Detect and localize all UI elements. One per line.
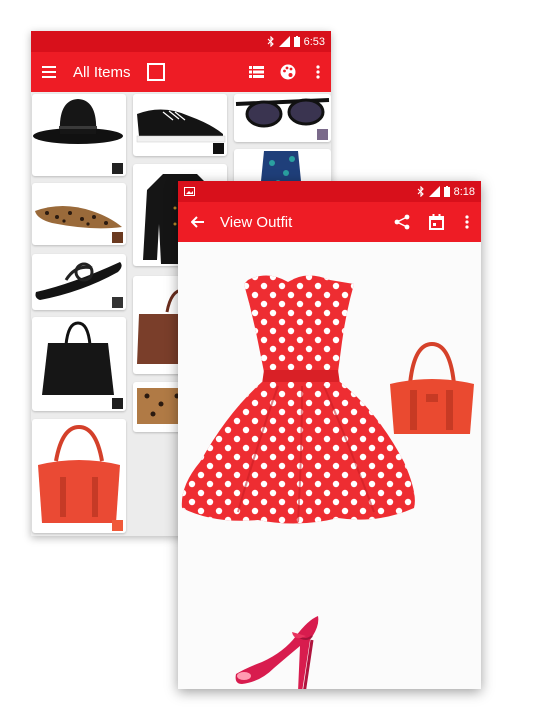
battery-icon	[443, 186, 450, 197]
palette-icon[interactable]	[271, 52, 305, 92]
select-all-checkbox[interactable]	[146, 52, 165, 92]
item-card-sneakers[interactable]	[133, 94, 227, 156]
orange-bag-image	[38, 424, 120, 523]
page-title: View Outfit	[220, 213, 293, 231]
pink-heels[interactable]	[232, 612, 322, 689]
status-bar: 8:18	[178, 181, 481, 202]
color-swatch	[112, 398, 123, 409]
bluetooth-icon	[267, 36, 275, 47]
status-time: 6:53	[303, 35, 325, 48]
item-card-flats[interactable]	[32, 183, 126, 245]
tote-bag-image	[42, 321, 114, 395]
list-view-icon[interactable]	[241, 52, 271, 92]
arrow-back-icon[interactable]	[178, 202, 218, 242]
item-card-sunglasses[interactable]	[234, 94, 331, 142]
status-time: 8:18	[453, 185, 475, 198]
bluetooth-icon	[417, 186, 425, 197]
battery-icon	[293, 36, 300, 47]
more-vert-icon[interactable]	[453, 202, 481, 242]
toolbar: All Items	[31, 52, 331, 92]
item-card-sandals[interactable]	[32, 254, 126, 310]
status-bar: 6:53	[31, 31, 331, 52]
toolbar: View Outfit	[178, 202, 481, 242]
signal-icon	[428, 186, 440, 197]
color-swatch	[112, 232, 123, 243]
share-icon[interactable]	[385, 202, 419, 242]
signal-icon	[278, 36, 290, 47]
color-swatch	[317, 129, 328, 140]
image-notification-icon	[184, 187, 195, 196]
outfit-canvas	[178, 242, 481, 689]
orange-handbag[interactable]	[386, 340, 478, 436]
view-outfit-screen: 8:18 View Outfit	[178, 181, 481, 689]
color-swatch	[112, 520, 123, 531]
item-card-orange-bag[interactable]	[32, 419, 126, 533]
item-card-tote[interactable]	[32, 317, 126, 411]
color-swatch	[112, 297, 123, 308]
page-title: All Items	[73, 63, 131, 81]
more-vert-icon[interactable]	[305, 52, 331, 92]
color-swatch	[213, 143, 224, 154]
item-card-hat[interactable]	[32, 94, 126, 176]
menu-icon[interactable]	[31, 52, 67, 92]
color-swatch	[112, 163, 123, 174]
calendar-icon[interactable]	[419, 202, 453, 242]
